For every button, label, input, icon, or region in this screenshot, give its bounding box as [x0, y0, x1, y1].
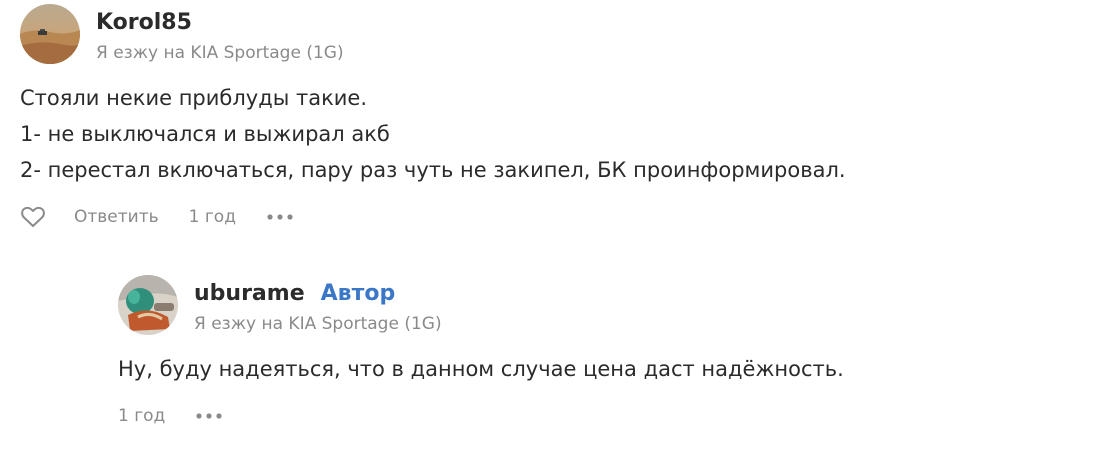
- reply-meta: uburame Автор Я езжу на KIA Sportage (1G…: [194, 275, 442, 335]
- comment-line: Стояли некие приблуды такие.: [20, 86, 368, 110]
- avatar[interactable]: [20, 4, 80, 64]
- name-row: uburame Автор: [194, 280, 442, 308]
- comment: Korol85 Я езжу на KIA Sportage (1G) Стоя…: [20, 4, 1100, 230]
- comment-header: Korol85 Я езжу на KIA Sportage (1G): [20, 4, 1100, 64]
- reply-comment: uburame Автор Я езжу на KIA Sportage (1G…: [118, 275, 1098, 429]
- reply-header: uburame Автор Я езжу на KIA Sportage (1G…: [118, 275, 1098, 335]
- comment-meta: Korol85 Я езжу на KIA Sportage (1G): [96, 4, 344, 64]
- username[interactable]: Korol85: [96, 9, 192, 37]
- ellipsis-icon[interactable]: [195, 411, 223, 421]
- name-row: Korol85: [96, 9, 344, 37]
- ellipsis-icon[interactable]: [266, 212, 294, 222]
- reply-text: Ну, буду надеяться, что в данном случае …: [118, 351, 1098, 387]
- reply-line: Ну, буду надеяться, что в данном случае …: [118, 357, 844, 381]
- comment-actions: Ответить 1 год: [20, 204, 1100, 230]
- author-badge: Автор: [320, 281, 396, 306]
- comment-line: 1- не выключался и выжирал акб: [20, 122, 390, 146]
- avatar-desert-image: [20, 4, 80, 64]
- reply-button[interactable]: Ответить: [74, 207, 159, 227]
- avatar[interactable]: [118, 275, 178, 335]
- user-car[interactable]: Я езжу на KIA Sportage (1G): [194, 313, 442, 335]
- user-car[interactable]: Я езжу на KIA Sportage (1G): [96, 42, 344, 64]
- username[interactable]: uburame: [194, 280, 305, 308]
- comment-time[interactable]: 1 год: [189, 207, 236, 227]
- heart-outline-icon[interactable]: [20, 205, 46, 229]
- reply-actions: 1 год: [118, 403, 1098, 429]
- comment-text: Стояли некие приблуды такие. 1- не выклю…: [20, 80, 1100, 188]
- comment-line: 2- перестал включаться, пару раз чуть не…: [20, 158, 846, 182]
- avatar-photo-image: [118, 275, 178, 335]
- reply-time[interactable]: 1 год: [118, 406, 165, 426]
